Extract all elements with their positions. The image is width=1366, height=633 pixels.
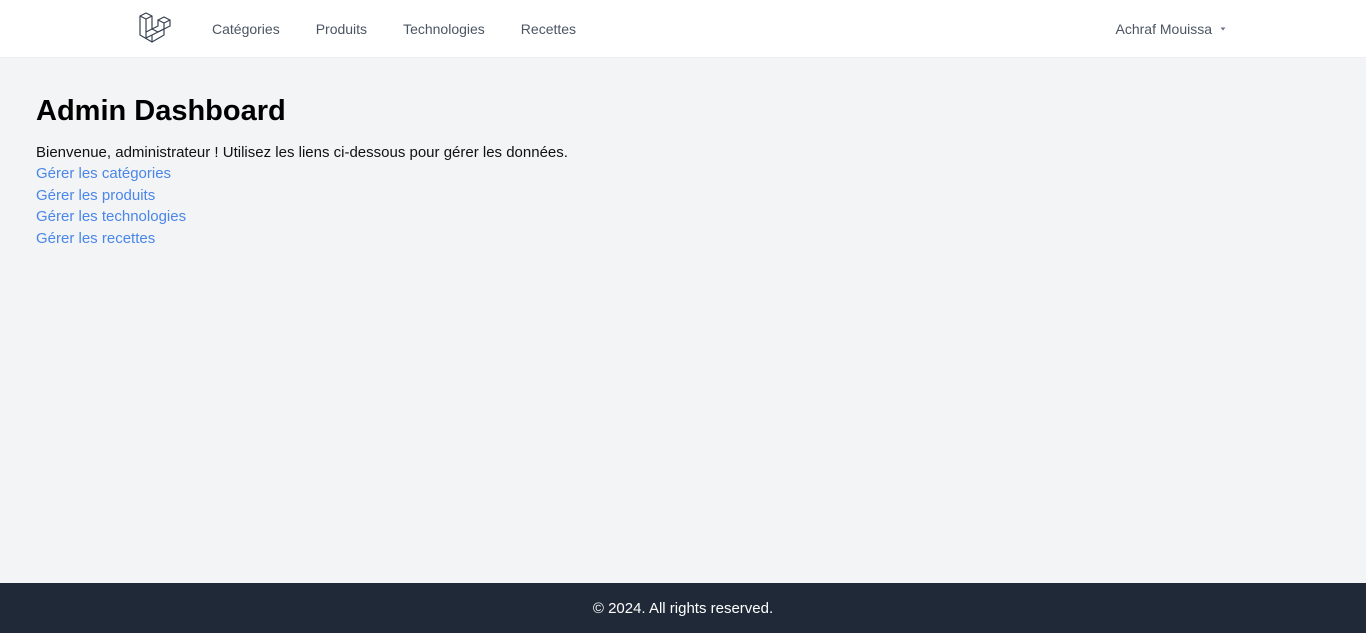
main-content: Admin Dashboard Bienvenue, administrateu… bbox=[36, 58, 1330, 249]
manage-categories-link[interactable]: Gérer les catégories bbox=[36, 163, 171, 185]
nav-link-technologies[interactable]: Technologies bbox=[403, 0, 485, 58]
footer: © 2024. All rights reserved. bbox=[0, 583, 1366, 633]
user-dropdown[interactable]: Achraf Mouissa bbox=[1116, 0, 1228, 58]
laravel-logo-icon[interactable] bbox=[138, 12, 172, 46]
admin-links: Gérer les catégories Gérer les produits … bbox=[36, 163, 1330, 249]
copyright-text: © 2024. All rights reserved. bbox=[592, 599, 774, 617]
manage-technologies-link[interactable]: Gérer les technologies bbox=[36, 206, 186, 228]
page-title: Admin Dashboard bbox=[36, 95, 286, 127]
user-name: Achraf Mouissa bbox=[1115, 21, 1212, 37]
manage-recipes-link[interactable]: Gérer les recettes bbox=[36, 228, 155, 250]
caret-down-icon bbox=[1220, 27, 1226, 31]
primary-nav: Catégories Produits Technologies Recette… bbox=[212, 0, 612, 58]
nav-link-recettes[interactable]: Recettes bbox=[521, 0, 576, 58]
nav-link-produits[interactable]: Produits bbox=[316, 0, 367, 58]
top-navbar: Catégories Produits Technologies Recette… bbox=[0, 0, 1366, 58]
welcome-text: Bienvenue, administrateur ! Utilisez les… bbox=[36, 144, 568, 161]
manage-products-link[interactable]: Gérer les produits bbox=[36, 185, 155, 207]
nav-link-categories[interactable]: Catégories bbox=[212, 0, 280, 58]
